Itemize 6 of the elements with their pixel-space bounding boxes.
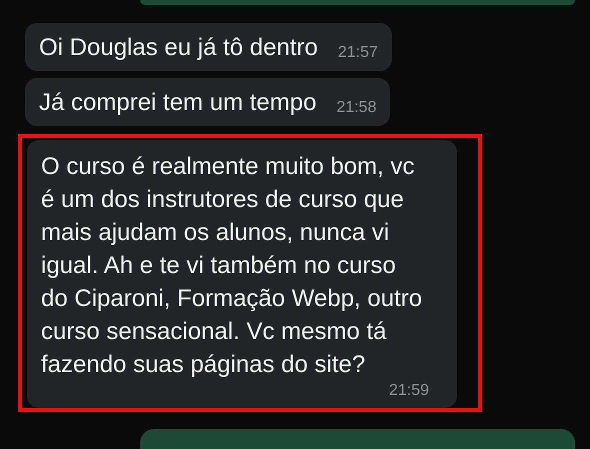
message-text: Já comprei tem um tempo — [39, 88, 316, 118]
message-time: 21:59 — [388, 381, 429, 401]
message-text: Oi Douglas eu já tô dentro — [39, 33, 318, 63]
message-text: O curso é realmente muito bom, vc é um dos instrutores de curso que mais ajudam os alunos, nunca vi igual. Ah e te vi também no curso do Ciparoni, Formação Webp, outro curso sensacional. Vc mesmo tá fazendo suas páginas do site? — [41, 152, 424, 380]
message-time: 21:57 — [338, 43, 378, 63]
message-time: 21:58 — [336, 98, 376, 118]
